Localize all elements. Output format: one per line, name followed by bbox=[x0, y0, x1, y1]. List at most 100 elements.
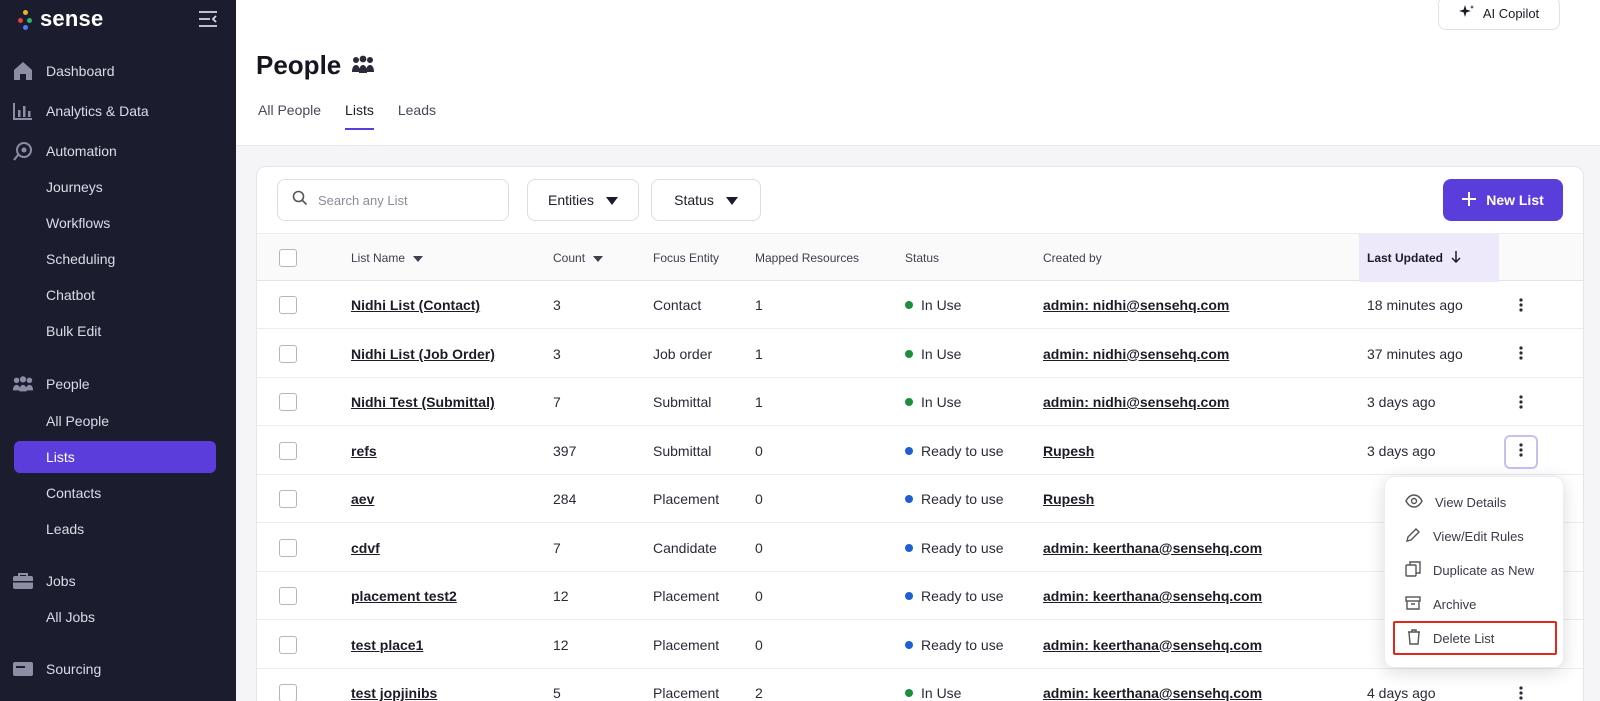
table-row[interactable]: Nidhi Test (Submittal) 7 Submittal 1 In Use a… bbox=[257, 378, 1583, 426]
column-count[interactable]: Count bbox=[553, 234, 604, 282]
sidebar-item-lists[interactable]: Lists bbox=[14, 441, 216, 473]
tab-all-people[interactable]: All People bbox=[258, 102, 321, 130]
entities-filter[interactable]: Entities bbox=[527, 179, 639, 221]
menu-item-duplicate[interactable]: Duplicate as New bbox=[1393, 553, 1557, 587]
list-name-link[interactable]: test place1 bbox=[351, 621, 423, 669]
row-actions-button[interactable] bbox=[1504, 289, 1538, 323]
row-actions-button[interactable] bbox=[1504, 434, 1538, 469]
list-name-link-text[interactable]: refs bbox=[351, 443, 377, 459]
sidebar-item-bulk-edit[interactable]: Bulk Edit bbox=[46, 319, 101, 343]
row-actions-button[interactable] bbox=[1504, 338, 1538, 372]
list-name-link-text[interactable]: test jopjinibs bbox=[351, 685, 437, 701]
menu-item-archive[interactable]: Archive bbox=[1393, 587, 1557, 621]
list-name-link[interactable]: placement test2 bbox=[351, 572, 457, 620]
list-name-link-text[interactable]: aev bbox=[351, 491, 374, 507]
created-by-link[interactable]: Rupesh bbox=[1043, 475, 1094, 523]
sidebar-item-dashboard[interactable]: Dashboard bbox=[12, 55, 115, 87]
created-by-link-text[interactable]: admin: keerthana@sensehq.com bbox=[1043, 685, 1262, 701]
tab-lists[interactable]: Lists bbox=[345, 102, 374, 130]
checkbox[interactable] bbox=[279, 684, 297, 701]
table-row[interactable]: test jopjinibs 5 Placement 2 In Use admin: ke… bbox=[257, 669, 1583, 701]
sidebar-item-chatbot[interactable]: Chatbot bbox=[46, 283, 95, 307]
row-checkbox[interactable] bbox=[279, 427, 297, 475]
checkbox[interactable] bbox=[279, 344, 297, 363]
sidebar-item-sourcing[interactable]: Sourcing bbox=[12, 653, 101, 685]
row-checkbox[interactable] bbox=[279, 524, 297, 572]
checkbox[interactable] bbox=[279, 490, 297, 508]
list-name-link-text[interactable]: cdvf bbox=[351, 540, 380, 556]
checkbox[interactable] bbox=[279, 296, 297, 314]
list-name-link[interactable]: cdvf bbox=[351, 524, 380, 572]
created-by-link-text[interactable]: admin: nidhi@sensehq.com bbox=[1043, 297, 1229, 313]
sidebar-item-people[interactable]: People bbox=[12, 368, 90, 400]
collapse-sidebar-icon[interactable] bbox=[198, 10, 220, 30]
row-checkbox[interactable] bbox=[279, 621, 297, 669]
row-checkbox[interactable] bbox=[279, 330, 297, 378]
list-name-link[interactable]: test jopjinibs bbox=[351, 669, 437, 701]
created-by-link-text[interactable]: admin: nidhi@sensehq.com bbox=[1043, 394, 1229, 410]
table-row[interactable]: refs 397 Submittal 0 Ready to use Rupesh 3 day… bbox=[257, 427, 1583, 475]
list-name-link[interactable]: Nidhi List (Job Order) bbox=[351, 330, 495, 378]
created-by-link-text[interactable]: admin: keerthana@sensehq.com bbox=[1043, 540, 1262, 556]
select-all-checkbox[interactable] bbox=[279, 234, 297, 282]
checkbox[interactable] bbox=[279, 441, 297, 460]
checkbox[interactable] bbox=[279, 635, 297, 654]
row-actions-button[interactable] bbox=[1504, 677, 1538, 701]
list-name-link-text[interactable]: Nidhi List (Contact) bbox=[351, 297, 480, 313]
row-actions-button[interactable] bbox=[1504, 386, 1538, 420]
list-name-link-text[interactable]: placement test2 bbox=[351, 588, 457, 604]
tab-leads[interactable]: Leads bbox=[398, 102, 436, 130]
row-checkbox[interactable] bbox=[279, 475, 297, 523]
sidebar-item-contacts[interactable]: Contacts bbox=[46, 481, 101, 505]
search-box[interactable] bbox=[277, 179, 509, 221]
brand-logo[interactable]: sense bbox=[18, 6, 103, 32]
row-checkbox[interactable] bbox=[279, 669, 297, 701]
row-checkbox[interactable] bbox=[279, 572, 297, 620]
created-by-link[interactable]: admin: nidhi@sensehq.com bbox=[1043, 330, 1229, 378]
created-by-link-text[interactable]: Rupesh bbox=[1043, 443, 1094, 459]
sidebar-item-leads[interactable]: Leads bbox=[46, 517, 84, 541]
ai-copilot-button[interactable]: AI Copilot bbox=[1438, 0, 1560, 30]
sidebar-item-all-people[interactable]: All People bbox=[46, 409, 109, 433]
created-by-link-text[interactable]: Rupesh bbox=[1043, 491, 1094, 507]
checkbox[interactable] bbox=[279, 587, 297, 605]
checkbox[interactable] bbox=[279, 249, 297, 267]
sidebar-item-automation[interactable]: Automation bbox=[12, 135, 117, 167]
menu-item-view-details[interactable]: View Details bbox=[1393, 485, 1557, 519]
checkbox[interactable] bbox=[279, 538, 297, 557]
sidebar-item-workflows[interactable]: Workflows bbox=[46, 211, 110, 235]
created-by-link[interactable]: admin: nidhi@sensehq.com bbox=[1043, 378, 1229, 426]
created-by-link[interactable]: admin: keerthana@sensehq.com bbox=[1043, 621, 1262, 669]
menu-item-view-edit-rules[interactable]: View/Edit Rules bbox=[1393, 519, 1557, 553]
created-by-link[interactable]: Rupesh bbox=[1043, 427, 1094, 475]
sidebar-item-jobs[interactable]: Jobs bbox=[12, 565, 76, 597]
status-filter[interactable]: Status bbox=[651, 179, 761, 221]
search-input[interactable] bbox=[318, 192, 488, 208]
sidebar-item-journeys[interactable]: Journeys bbox=[46, 175, 103, 199]
list-name-link[interactable]: aev bbox=[351, 475, 374, 523]
menu-item-delete-list[interactable]: Delete List bbox=[1393, 621, 1557, 655]
checkbox[interactable] bbox=[279, 393, 297, 411]
sidebar-item-analytics[interactable]: Analytics & Data bbox=[12, 95, 149, 127]
created-by-link-text[interactable]: admin: keerthana@sensehq.com bbox=[1043, 588, 1262, 604]
list-name-link[interactable]: Nidhi Test (Submittal) bbox=[351, 378, 495, 426]
list-name-link-text[interactable]: Nidhi List (Job Order) bbox=[351, 346, 495, 362]
list-name-link-text[interactable]: Nidhi Test (Submittal) bbox=[351, 394, 495, 410]
created-by-link[interactable]: admin: keerthana@sensehq.com bbox=[1043, 524, 1262, 572]
table-row[interactable]: Nidhi List (Job Order) 3 Job order 1 In Use a… bbox=[257, 330, 1583, 378]
column-last-updated[interactable]: Last Updated bbox=[1359, 234, 1499, 282]
created-by-link-text[interactable]: admin: keerthana@sensehq.com bbox=[1043, 637, 1262, 653]
created-by-link[interactable]: admin: keerthana@sensehq.com bbox=[1043, 669, 1262, 701]
created-by-link[interactable]: admin: keerthana@sensehq.com bbox=[1043, 572, 1262, 620]
created-by-link-text[interactable]: admin: nidhi@sensehq.com bbox=[1043, 346, 1229, 362]
table-row[interactable]: Nidhi List (Contact) 3 Contact 1 In Use admin… bbox=[257, 281, 1583, 329]
list-name-link-text[interactable]: test place1 bbox=[351, 637, 423, 653]
row-checkbox[interactable] bbox=[279, 378, 297, 426]
column-list-name[interactable]: List Name bbox=[351, 234, 424, 282]
list-name-link[interactable]: Nidhi List (Contact) bbox=[351, 281, 480, 329]
sidebar-item-all-jobs[interactable]: All Jobs bbox=[46, 605, 95, 629]
sidebar-item-scheduling[interactable]: Scheduling bbox=[46, 247, 115, 271]
list-name-link[interactable]: refs bbox=[351, 427, 377, 475]
row-checkbox[interactable] bbox=[279, 281, 297, 329]
new-list-button[interactable]: New List bbox=[1443, 179, 1563, 221]
